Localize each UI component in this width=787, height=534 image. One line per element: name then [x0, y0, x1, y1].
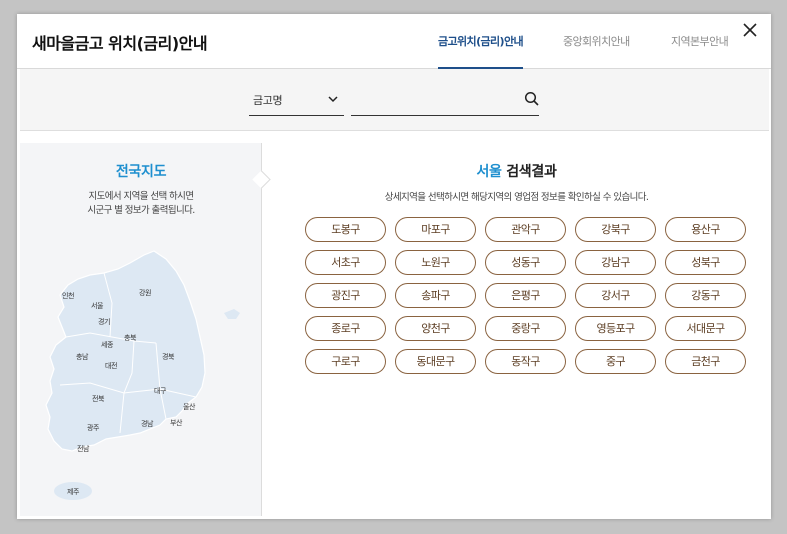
search-bar: 금고명 [20, 69, 769, 131]
tab-central-office[interactable]: 중앙회위치안내 [563, 33, 630, 49]
tab-branch-location[interactable]: 금고위치(금리)안내 [438, 33, 524, 69]
district-button[interactable]: 성북구 [665, 250, 746, 275]
district-grid: 도봉구 마포구 관악구 강북구 용산구 서초구 노원구 성동구 강남구 성북구 … [305, 217, 749, 374]
close-icon[interactable] [741, 21, 759, 39]
region-gwangju[interactable]: 광주 [87, 423, 99, 433]
location-modal: 새마을금고 위치(금리)안내 금고위치(금리)안내 중앙회위치안내 지역본부안내… [17, 14, 771, 519]
modal-header: 새마을금고 위치(금리)안내 금고위치(금리)안내 중앙회위치안내 지역본부안내 [17, 14, 771, 69]
district-button[interactable]: 마포구 [395, 217, 476, 242]
korea-map[interactable] [20, 233, 262, 513]
district-button[interactable]: 서대문구 [665, 316, 746, 341]
district-button[interactable]: 도봉구 [305, 217, 386, 242]
region-incheon[interactable]: 인천 [62, 291, 74, 301]
district-button[interactable]: 영등포구 [575, 316, 656, 341]
district-button[interactable]: 광진구 [305, 283, 386, 308]
region-gyeonggi[interactable]: 경기 [98, 317, 110, 327]
district-button[interactable]: 중랑구 [485, 316, 566, 341]
region-daejeon[interactable]: 대전 [105, 361, 117, 371]
district-button[interactable]: 송파구 [395, 283, 476, 308]
district-button[interactable]: 동작구 [485, 349, 566, 374]
results-heading: 서울 검색결과 [262, 161, 771, 181]
district-button[interactable]: 중구 [575, 349, 656, 374]
region-chungbuk[interactable]: 충북 [124, 333, 136, 343]
region-seoul[interactable]: 서울 [91, 301, 103, 311]
district-button[interactable]: 강서구 [575, 283, 656, 308]
district-button[interactable]: 종로구 [305, 316, 386, 341]
region-jeonnam[interactable]: 전남 [77, 444, 89, 454]
results-desc: 상세지역을 선택하시면 해당지역의 영업점 정보를 확인하실 수 있습니다. [384, 192, 649, 203]
region-jeonbuk[interactable]: 전북 [92, 394, 104, 404]
district-button[interactable]: 양천구 [395, 316, 476, 341]
district-button[interactable]: 금천구 [665, 349, 746, 374]
region-gyeongbuk[interactable]: 경북 [162, 352, 174, 362]
search-type-select[interactable]: 금고명 [249, 85, 344, 116]
search-input[interactable] [351, 85, 539, 116]
region-sejong[interactable]: 세종 [101, 340, 113, 350]
results-suffix: 검색결과 [506, 164, 557, 180]
district-button[interactable]: 용산구 [665, 217, 746, 242]
modal-title: 새마을금고 위치(금리)안내 [32, 34, 208, 53]
district-button[interactable]: 강북구 [575, 217, 656, 242]
map-panel-desc-2: 시군구 별 정보가 출력됩니다. [87, 205, 195, 216]
district-button[interactable]: 성동구 [485, 250, 566, 275]
region-busan[interactable]: 부산 [170, 418, 182, 428]
district-button[interactable]: 노원구 [395, 250, 476, 275]
district-button[interactable]: 관악구 [485, 217, 566, 242]
region-daegu[interactable]: 대구 [154, 386, 166, 396]
search-type-value: 금고명 [253, 94, 283, 107]
search-icon[interactable] [524, 91, 540, 107]
map-panel-desc-1: 지도에서 지역을 선택 하시면 [88, 191, 195, 202]
tab-regional-office[interactable]: 지역본부안내 [671, 33, 729, 49]
district-button[interactable]: 구로구 [305, 349, 386, 374]
region-gangwon[interactable]: 강원 [139, 288, 151, 298]
district-button[interactable]: 은평구 [485, 283, 566, 308]
region-gyeongnam[interactable]: 경남 [141, 419, 153, 429]
district-button[interactable]: 강동구 [665, 283, 746, 308]
district-button[interactable]: 강남구 [575, 250, 656, 275]
district-button[interactable]: 서초구 [305, 250, 386, 275]
region-chungnam[interactable]: 충남 [76, 352, 88, 362]
map-panel-title: 전국지도 [115, 164, 167, 180]
region-jeju[interactable]: 제주 [67, 487, 79, 497]
results-city: 서울 [476, 164, 502, 180]
chevron-down-icon [328, 96, 338, 103]
district-button[interactable]: 동대문구 [395, 349, 476, 374]
map-panel: 전국지도 지도에서 지역을 선택 하시면 시군구 별 정보가 출력됩니다. 인천… [20, 143, 262, 516]
region-ulsan[interactable]: 울산 [183, 402, 195, 412]
